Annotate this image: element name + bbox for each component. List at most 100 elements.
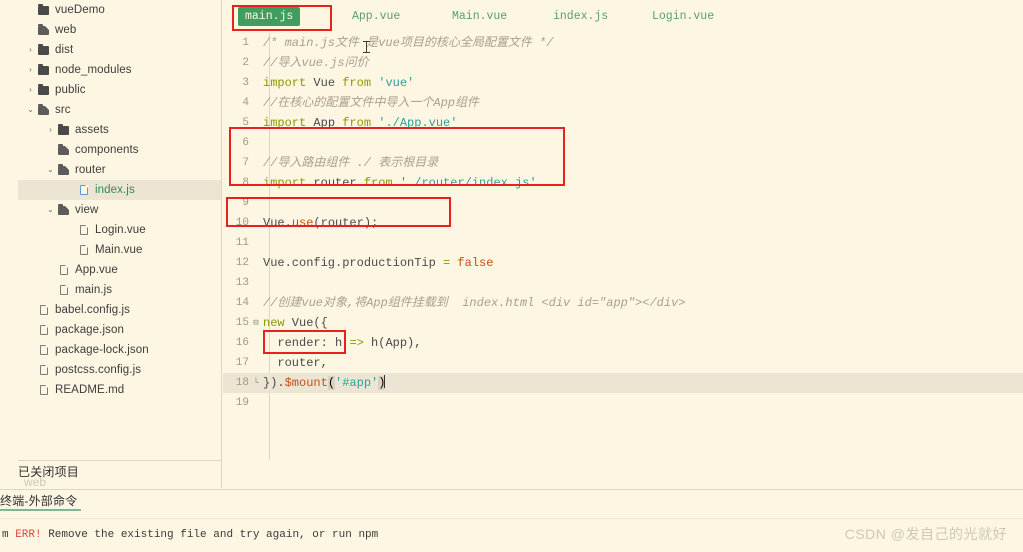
- tree-item-login-vue[interactable]: Login.vue: [18, 220, 221, 240]
- tree-item-dist[interactable]: › dist: [18, 40, 221, 60]
- code-text: //创建vue对象,将App组件挂载到 index.html <div id="…: [263, 293, 685, 313]
- tree-item-view[interactable]: ⌄ view: [18, 200, 221, 220]
- code-token: new: [263, 316, 285, 330]
- csdn-watermark: CSDN @发自己的光就好: [844, 526, 1007, 542]
- tree-item-src[interactable]: ⌄ src: [18, 100, 221, 120]
- folder-dark-icon: [56, 123, 71, 135]
- tree-item-postcss-config-js[interactable]: postcss.config.js: [18, 360, 221, 380]
- code-line[interactable]: 17 router,: [223, 353, 1023, 373]
- code-token: h(App),: [363, 336, 422, 350]
- code-line[interactable]: 3 import Vue from 'vue': [223, 73, 1023, 93]
- code-token: use: [291, 216, 314, 230]
- line-number: 9: [242, 197, 249, 209]
- code-token: $mount: [284, 376, 328, 390]
- tree-item-assets[interactable]: › assets: [18, 120, 221, 140]
- terminal-tab[interactable]: 终端-外部命令: [0, 492, 82, 511]
- chevron-right-icon[interactable]: ›: [25, 86, 36, 94]
- code-token: //在核心的配置文件中导入一个App组件: [263, 96, 480, 110]
- editor-tab-login-vue[interactable]: Login.vue: [645, 7, 721, 26]
- editor-tab-app-vue[interactable]: App.vue: [345, 7, 407, 26]
- code-line[interactable]: 12 Vue.config.productionTip = false: [223, 253, 1023, 273]
- text-cursor-ibeam: [363, 41, 370, 53]
- code-line[interactable]: 19: [223, 393, 1023, 413]
- code-line[interactable]: 16 render: h => h(App),: [223, 333, 1023, 353]
- tree-item-package-lock-json[interactable]: package-lock.json: [18, 340, 221, 360]
- tree-item-label: package.json: [55, 324, 124, 336]
- tree-item-vuedemo[interactable]: vueDemo: [18, 0, 221, 20]
- line-number: 12: [235, 257, 249, 269]
- chevron-right-icon[interactable]: ›: [25, 46, 36, 54]
- code-line[interactable]: 10 Vue.use(router);: [223, 213, 1023, 233]
- code-token: Vue.: [263, 216, 292, 230]
- chevron-down-icon[interactable]: ⌄: [45, 206, 56, 214]
- code-line[interactable]: 18 └}).$mount('#app'): [223, 373, 1023, 393]
- code-line[interactable]: 9: [223, 193, 1023, 213]
- tree-item-label: App.vue: [75, 264, 118, 276]
- tree-item-router[interactable]: ⌄ router: [18, 160, 221, 180]
- tree-item-package-json[interactable]: package.json: [18, 320, 221, 340]
- code-line[interactable]: 7 //导入路由组件 ./ 表示根目录: [223, 153, 1023, 173]
- code-line[interactable]: 15 ⊟ new Vue({: [223, 313, 1023, 333]
- code-text: router,: [263, 353, 327, 373]
- code-line[interactable]: 8 import router from './router/index.js': [223, 173, 1023, 193]
- code-token: router: [306, 176, 364, 190]
- code-line[interactable]: 14 //创建vue对象,将App组件挂载到 index.html <div id…: [223, 293, 1023, 313]
- folder-dark-icon: [36, 63, 51, 75]
- editor-tab-main-vue[interactable]: Main.vue: [445, 7, 514, 26]
- tree-item-label: Main.vue: [95, 244, 143, 256]
- code-token: from: [342, 76, 372, 90]
- chevron-right-icon[interactable]: ›: [25, 66, 36, 74]
- code-token: import: [263, 76, 307, 90]
- editor-tab-main-js[interactable]: main.js: [238, 7, 301, 26]
- line-number: 10: [235, 217, 249, 229]
- closed-projects-panel[interactable]: 已关闭项目 web: [18, 460, 222, 489]
- code-line[interactable]: 13: [223, 273, 1023, 293]
- code-fold-icon[interactable]: └: [251, 373, 261, 393]
- folder-module-icon: [36, 103, 51, 115]
- line-number: 11: [235, 237, 249, 249]
- file-icon: [36, 345, 51, 355]
- tree-item-label: router: [75, 164, 106, 176]
- tree-item-index-js[interactable]: index.js: [18, 180, 221, 200]
- tree-item-public[interactable]: › public: [18, 80, 221, 100]
- code-text: }).$mount('#app'): [263, 373, 386, 393]
- editor-tabbar[interactable]: main.js App.vue Main.vue index.js Login.vue: [223, 0, 1023, 33]
- editor-tab-index-js[interactable]: index.js: [546, 7, 615, 26]
- code-line[interactable]: 11: [223, 233, 1023, 253]
- tree-item-components[interactable]: components: [18, 140, 221, 160]
- chevron-down-icon[interactable]: ⌄: [45, 166, 56, 174]
- tree-item-label: components: [75, 144, 139, 156]
- code-line[interactable]: 2 //导入vue.js问价: [223, 53, 1023, 73]
- code-line[interactable]: 6: [223, 133, 1023, 153]
- terminal-output-line: m ERR! Remove the existing file and try …: [2, 529, 378, 541]
- project-tree-panel[interactable]: vueDemo web › dist › node_modules › public ⌄ src ›…: [18, 0, 222, 460]
- left-toolwindow-strip: [0, 0, 18, 489]
- tree-item-app-vue[interactable]: App.vue: [18, 260, 221, 280]
- code-token: './router/index.js': [399, 176, 537, 190]
- chevron-right-icon[interactable]: ›: [45, 126, 56, 134]
- code-editor[interactable]: 1 /* main.js文件 是vue项目的核心全局配置文件 */ 2 //导入vue…: [223, 33, 1023, 460]
- code-token: from: [342, 116, 372, 130]
- code-line[interactable]: 5 import App from './App.vue': [223, 113, 1023, 133]
- tree-item-web[interactable]: web: [18, 20, 221, 40]
- tree-item-babel-config-js[interactable]: babel.config.js: [18, 300, 221, 320]
- tree-item-main-vue[interactable]: Main.vue: [18, 240, 221, 260]
- code-line[interactable]: 1 /* main.js文件 是vue项目的核心全局配置文件 */: [223, 33, 1023, 53]
- code-token: render: [277, 336, 321, 350]
- line-number: 6: [242, 137, 249, 149]
- code-text: import router from './router/index.js': [263, 173, 537, 193]
- line-number: 18: [235, 377, 249, 389]
- chevron-down-icon[interactable]: ⌄: [25, 106, 36, 114]
- tree-item-label: vueDemo: [55, 4, 105, 16]
- code-token: //导入路由组件 ./ 表示根目录: [263, 156, 439, 170]
- tree-item-node-modules[interactable]: › node_modules: [18, 60, 221, 80]
- file-icon: [36, 385, 51, 395]
- line-number: 1: [242, 37, 249, 49]
- code-fold-icon[interactable]: ⊟: [251, 313, 261, 333]
- code-token: Vue: [284, 316, 314, 330]
- tree-item-readme-md[interactable]: README.md: [18, 380, 221, 400]
- code-line[interactable]: 4 //在核心的配置文件中导入一个App组件: [223, 93, 1023, 113]
- tree-item-main-js[interactable]: main.js: [18, 280, 221, 300]
